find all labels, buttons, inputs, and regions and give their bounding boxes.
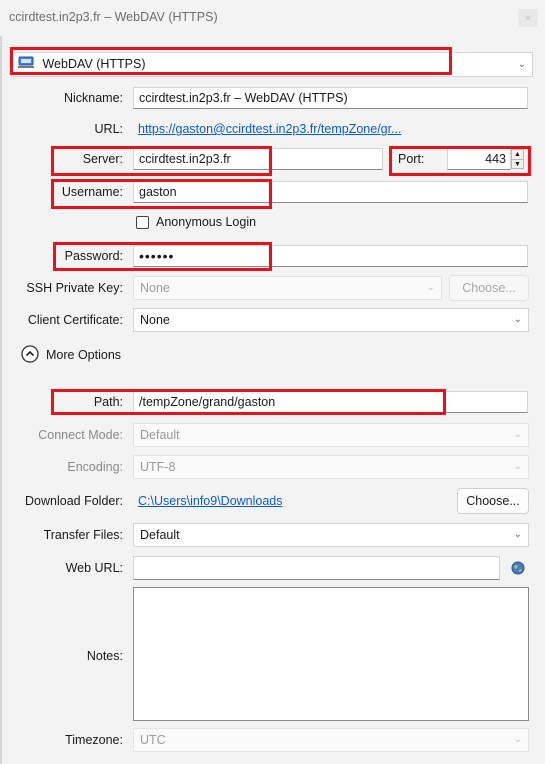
window-title: ccirdtest.in2p3.fr – WebDAV (HTTPS): [9, 10, 218, 24]
chevron-down-icon: ⌄: [513, 461, 522, 472]
chevron-up-circle-icon: [21, 345, 39, 363]
chevron-down-icon: ⌄: [513, 734, 522, 745]
anonymous-checkbox[interactable]: [136, 216, 149, 229]
connect-mode-value: Default: [140, 428, 180, 442]
connect-mode-select[interactable]: Default ⌄: [133, 423, 529, 447]
encoding-label: Encoding:: [67, 460, 123, 474]
chevron-down-icon: ⌄: [513, 529, 522, 540]
notes-textarea[interactable]: [133, 587, 529, 721]
chevron-down-icon: ⌄: [513, 429, 522, 440]
web-url-field[interactable]: [133, 556, 500, 580]
connect-mode-label: Connect Mode:: [38, 428, 123, 442]
chevron-down-icon: ⌄: [513, 314, 522, 325]
transfer-files-select[interactable]: Default ⌄: [133, 523, 529, 547]
username-field[interactable]: gaston: [133, 181, 528, 203]
download-folder-link[interactable]: C:\Users\info9\Downloads: [138, 494, 283, 508]
spin-up-icon[interactable]: ▲: [512, 150, 523, 160]
collapse-toggle[interactable]: [21, 345, 39, 363]
more-options-label[interactable]: More Options: [46, 348, 121, 362]
protocol-select[interactable]: WebDAV (HTTPS) ⌄: [11, 52, 533, 77]
port-label: Port:: [398, 152, 425, 166]
timezone-value: UTC: [140, 733, 166, 747]
url-link[interactable]: https://gaston@ccirdtest.in2p3.fr/tempZo…: [138, 122, 402, 136]
nickname-label: Nickname:: [63, 91, 123, 105]
timezone-select[interactable]: UTC ⌄: [133, 728, 529, 752]
path-field[interactable]: /tempZone/grand/gaston: [133, 391, 528, 413]
port-spinner[interactable]: ▲ ▼: [511, 149, 524, 169]
url-label: URL:: [94, 122, 123, 136]
password-field[interactable]: ••••••: [133, 245, 528, 267]
server-label: Server:: [82, 152, 123, 166]
server-field[interactable]: ccirdtest.in2p3.fr: [133, 148, 383, 170]
ssh-key-value: None: [140, 281, 170, 295]
chevron-down-icon: ⌄: [426, 282, 435, 293]
close-button[interactable]: ×: [518, 9, 538, 27]
path-label: Path:: [93, 395, 123, 409]
notes-label: Notes:: [86, 649, 123, 663]
encoding-value: UTF-8: [140, 460, 176, 474]
transfer-files-label: Transfer Files:: [43, 528, 123, 542]
client-cert-select[interactable]: None ⌄: [133, 308, 529, 332]
globe-icon[interactable]: [511, 561, 525, 575]
ssh-choose-button[interactable]: Choose...: [449, 275, 529, 301]
ssh-key-label: SSH Private Key:: [26, 281, 123, 295]
download-folder-label: Download Folder:: [25, 494, 123, 508]
username-label: Username:: [61, 185, 123, 199]
password-label: Password:: [64, 249, 123, 263]
window-edge: [0, 36, 2, 764]
network-drive-icon: [18, 54, 34, 68]
client-cert-value: None: [140, 313, 170, 327]
encoding-select[interactable]: UTF-8 ⌄: [133, 455, 529, 479]
download-choose-button[interactable]: Choose...: [457, 488, 529, 514]
chevron-down-icon: ⌄: [517, 59, 526, 70]
protocol-value: WebDAV (HTTPS): [42, 57, 146, 71]
web-url-label: Web URL:: [65, 561, 123, 575]
timezone-label: Timezone:: [65, 733, 123, 747]
client-cert-label: Client Certificate:: [27, 313, 123, 327]
transfer-files-value: Default: [140, 528, 180, 542]
spin-down-icon[interactable]: ▼: [512, 160, 523, 169]
ssh-key-select[interactable]: None ⌄: [133, 276, 442, 300]
port-field[interactable]: 443: [447, 148, 511, 170]
anonymous-label: Anonymous Login: [156, 215, 257, 229]
nickname-field[interactable]: ccirdtest.in2p3.fr – WebDAV (HTTPS): [133, 87, 528, 109]
